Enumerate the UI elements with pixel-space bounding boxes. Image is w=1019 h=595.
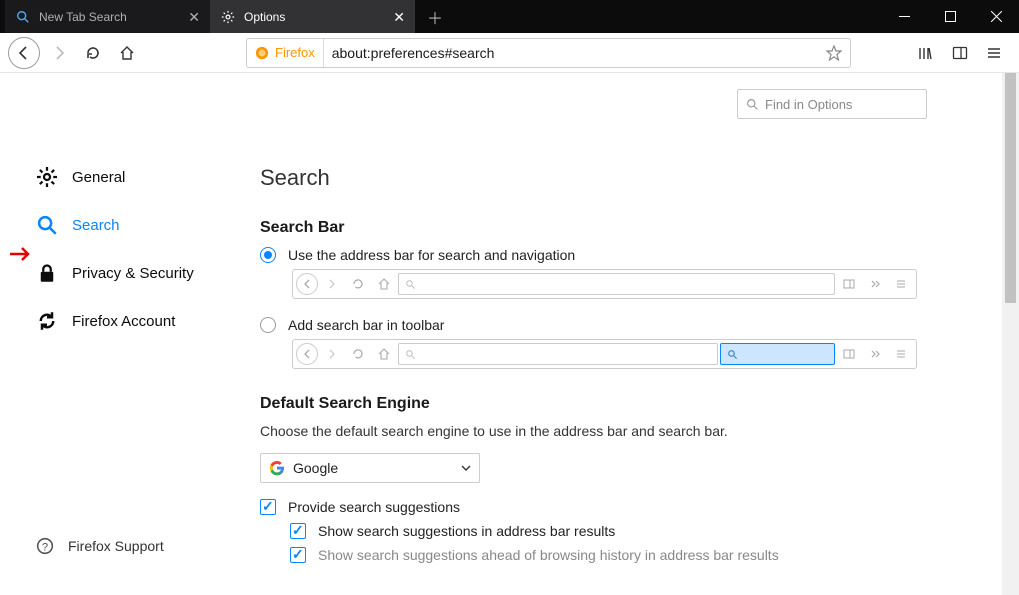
maximize-button[interactable]	[927, 0, 973, 33]
preferences-sidebar: General Search Privacy & Security Firefo…	[0, 73, 260, 595]
sync-icon	[36, 310, 58, 332]
chevron-down-icon	[461, 463, 471, 473]
radio-unchecked[interactable]	[260, 317, 276, 333]
library-icon[interactable]	[909, 38, 943, 68]
checkbox-label: Show search suggestions in address bar r…	[318, 523, 615, 539]
find-in-options-input[interactable]: Find in Options	[737, 89, 927, 119]
check-suggest-ahead[interactable]: Show search suggestions ahead of browsin…	[290, 547, 1019, 563]
engine-selected: Google	[293, 460, 338, 476]
toolbar-right	[909, 38, 1011, 68]
tab-options[interactable]: Options ✕	[210, 0, 415, 33]
back-icon	[296, 273, 318, 295]
home-button[interactable]	[112, 38, 142, 68]
lock-icon	[36, 262, 58, 284]
checkbox-checked[interactable]	[290, 547, 306, 563]
url-text: about:preferences#search	[324, 45, 495, 61]
firefox-icon	[255, 46, 269, 60]
sidebar-icon	[837, 273, 861, 295]
option-add-search-bar[interactable]: Add search bar in toolbar	[260, 317, 1019, 333]
titlebar: New Tab Search ✕ Options ✕ ＋	[0, 0, 1019, 33]
window-controls	[881, 0, 1019, 33]
close-icon[interactable]: ✕	[188, 10, 200, 24]
checkbox-label: Show search suggestions ahead of browsin…	[318, 547, 779, 563]
menu-icon[interactable]	[977, 38, 1011, 68]
preview-address-bar-only	[292, 269, 917, 299]
navbar: Firefox about:preferences#search	[0, 33, 1019, 73]
preferences-main: Find in Options Search Search Bar Use th…	[260, 73, 1019, 595]
preview-searchbar	[720, 343, 835, 365]
identity-label: Firefox	[275, 45, 315, 60]
checkbox-checked[interactable]	[260, 499, 276, 515]
gear-icon	[36, 166, 58, 188]
sidebar-item-account[interactable]: Firefox Account	[36, 297, 260, 345]
preview-urlbar	[398, 343, 718, 365]
preview-with-search-bar	[292, 339, 917, 369]
tab-label: Options	[244, 10, 285, 24]
sidebar-icon	[837, 343, 861, 365]
forward-icon	[320, 343, 344, 365]
annotation-arrow	[10, 246, 35, 262]
question-icon: ?	[36, 537, 54, 555]
close-icon[interactable]: ✕	[393, 10, 405, 24]
svg-text:?: ?	[42, 542, 48, 554]
find-placeholder: Find in Options	[765, 97, 852, 112]
check-provide-suggestions[interactable]: Provide search suggestions	[260, 499, 1019, 515]
section-search-bar: Search Bar	[260, 219, 1019, 237]
minimize-button[interactable]	[881, 0, 927, 33]
tab-new-tab-search[interactable]: New Tab Search ✕	[5, 0, 210, 33]
bookmark-star-icon[interactable]	[826, 45, 842, 61]
radio-checked[interactable]	[260, 247, 276, 263]
checkbox-checked[interactable]	[290, 523, 306, 539]
preview-end	[837, 343, 913, 365]
vertical-scrollbar[interactable]	[1002, 73, 1019, 595]
new-tab-button[interactable]: ＋	[415, 0, 455, 33]
forward-icon	[320, 273, 344, 295]
option-use-address-bar[interactable]: Use the address bar for search and navig…	[260, 247, 1019, 263]
search-icon	[15, 9, 31, 25]
sidebar-item-privacy[interactable]: Privacy & Security	[36, 249, 260, 297]
content-area: General Search Privacy & Security Firefo…	[0, 73, 1019, 595]
sidebar-icon[interactable]	[943, 38, 977, 68]
default-engine-dropdown[interactable]: Google	[260, 453, 480, 483]
sidebar-item-label: General	[72, 169, 125, 186]
preview-end	[837, 273, 913, 295]
menu-icon	[889, 273, 913, 295]
section-default-engine: Default Search Engine	[260, 395, 1019, 413]
tab-label: New Tab Search	[39, 10, 127, 24]
search-icon	[746, 98, 759, 111]
reload-icon	[346, 273, 370, 295]
chevrons-icon	[863, 343, 887, 365]
chevrons-icon	[863, 273, 887, 295]
preview-urlbar	[398, 273, 835, 295]
check-suggest-address[interactable]: Show search suggestions in address bar r…	[290, 523, 1019, 539]
reload-icon	[346, 343, 370, 365]
sidebar-item-search[interactable]: Search	[36, 201, 260, 249]
menu-icon	[889, 343, 913, 365]
home-icon	[372, 343, 396, 365]
home-icon	[372, 273, 396, 295]
sidebar-item-label: Search	[72, 217, 120, 234]
back-button[interactable]	[8, 37, 40, 69]
forward-button[interactable]	[44, 38, 74, 68]
back-icon	[296, 343, 318, 365]
identity-box[interactable]: Firefox	[255, 39, 324, 67]
reload-button[interactable]	[78, 38, 108, 68]
close-window-button[interactable]	[973, 0, 1019, 33]
google-icon	[269, 460, 285, 476]
engine-description: Choose the default search engine to use …	[260, 423, 1019, 439]
sidebar-item-label: Privacy & Security	[72, 265, 194, 282]
page-title: Search	[260, 165, 1019, 191]
gear-icon	[220, 9, 236, 25]
sidebar-item-general[interactable]: General	[36, 153, 260, 201]
sidebar-item-label: Firefox Account	[72, 313, 175, 330]
option-label: Use the address bar for search and navig…	[288, 247, 575, 263]
checkbox-label: Provide search suggestions	[288, 499, 460, 515]
sidebar-footer-label: Firefox Support	[68, 538, 164, 554]
option-label: Add search bar in toolbar	[288, 317, 444, 333]
url-bar[interactable]: Firefox about:preferences#search	[246, 38, 851, 68]
sidebar-footer-support[interactable]: ? Firefox Support	[36, 537, 164, 555]
search-icon	[36, 214, 58, 236]
